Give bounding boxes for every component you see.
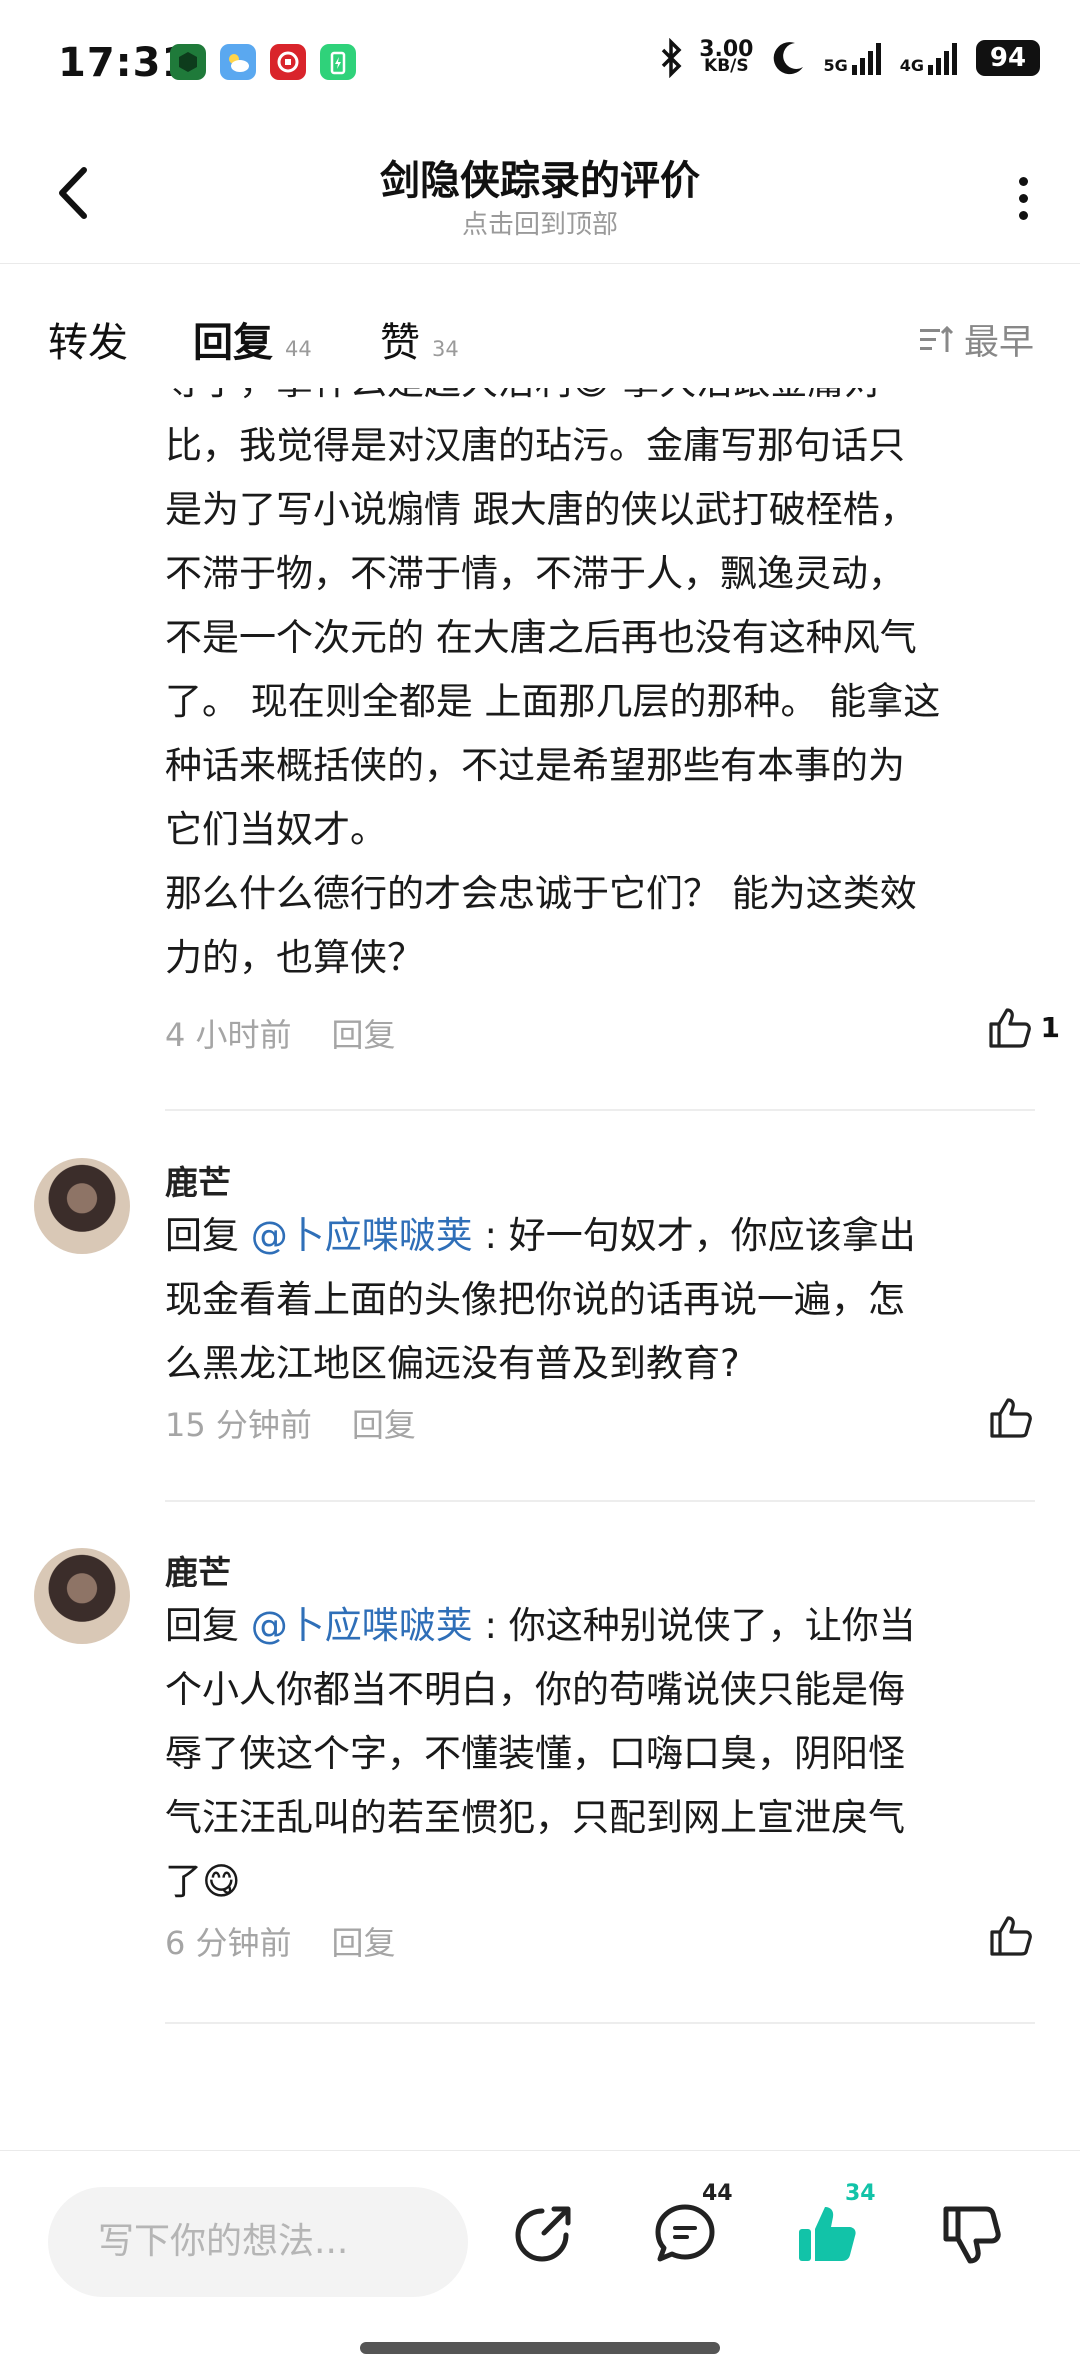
mention-link[interactable]: @卜应喋啵荚 [251,1214,473,1257]
comment-line: 回复 @卜应喋啵荚 : 好一句奴才，你应该拿出 [165,1214,916,1257]
thumbs-up-icon [988,1008,1031,1048]
username[interactable]: 鹿芒 [165,1156,231,1204]
avatar[interactable] [34,1158,130,1254]
divider [165,2022,1035,2024]
more-dot-icon [1018,210,1028,220]
signal-icon [851,43,881,75]
signal-icon [928,43,957,75]
home-indicator[interactable] [360,2342,720,2354]
comment-line: 么黑龙江地区偏远没有普及到教育? [165,1342,740,1385]
tab-repost[interactable]: 转发 [48,310,128,368]
signal-5g: 5G [823,41,883,75]
comment-line: 气汪汪乱叫的若至惯犯，只配到网上宣泄戾气 [165,1796,905,1839]
comments-button[interactable]: 44 [652,2181,733,2267]
comment-line: 那么什么德行的才会忠诚于它们？ 能为这类效 [165,872,917,915]
network-speed: 3.00 KB/S [699,37,754,76]
like-toggle-button[interactable]: 34 [795,2181,876,2267]
app-battery-green-icon [320,44,356,80]
comment-line: 力的，也算侠？ [165,936,424,979]
comment-input[interactable]: 写下你的想法... [48,2187,468,2297]
status-bar: 17:31 3.00 KB/S 5G 4G 94 [0,0,1080,128]
comment-line: 现金看着上面的头像把你说的话再说一遍，怎 [165,1278,905,1321]
like-count: 1 [1040,1010,1060,1044]
likes-count-badge: 34 [845,2181,876,2206]
comment-line: 它们当奴才。 [165,808,387,851]
comment-line: 了。 现在则全都是 上面那几层的那种。 能拿这 [165,680,941,723]
comment-line: 是为了写小说煽情 跟大唐的侠以武打破桎梏， [165,488,917,531]
comment-time: 4 小时前 [165,1016,292,1054]
divider [165,1500,1035,1502]
mention-link[interactable]: @卜应喋啵荚 [251,1604,473,1647]
sort-button[interactable]: 最早 [918,314,1034,365]
avatar[interactable] [34,1548,130,1644]
comments-list: 等了，拿什么是超大治利😄 拿大治跟金庸对 比，我觉得是对汉唐的玷污。金庸写那句话… [0,388,1080,2150]
comment-line: 了😋 [165,1860,241,1903]
tab-bar: 转发 回复 44 赞 34 最早 [0,300,1080,380]
page-header: 剑隐侠踪录的评价 点击回到顶部 [0,128,1080,264]
moon-icon [774,42,804,75]
reply-button[interactable]: 回复 [332,1918,396,1964]
thumbs-down-icon [943,2206,1001,2264]
page-title: 剑隐侠踪录的评价 [380,158,700,204]
like-button[interactable]: 1 [985,1002,1060,1052]
status-right: 3.00 KB/S 5G 4G 94 [661,38,1040,78]
comment-line: 个小人你都当不明白，你的苟嘴说侠只能是侮 [165,1668,905,1711]
like-button[interactable] [986,1392,1036,1442]
app-red-icon [270,44,306,80]
tab-replies-count: 44 [285,337,312,361]
comment-time: 15 分钟前 [165,1406,312,1444]
tab-replies[interactable]: 回复 44 [193,310,312,378]
comment-meta: 4 小时前 回复 [165,1010,396,1056]
comment-text: 等了，拿什么是超大治利😄 拿大治跟金庸对 比，我觉得是对汉唐的玷污。金庸写那句话… [165,388,1035,990]
thumbs-up-icon [990,1398,1032,1438]
signal-4g: 4G [900,41,960,75]
tab-likes[interactable]: 赞 34 [380,310,459,368]
tab-likes-count: 34 [432,337,459,361]
comment-text: 回复 @卜应喋啵荚 : 好一句奴才，你应该拿出 现金看着上面的头像把你说的话再说… [165,1204,1035,1396]
comment-line: 不滞于物，不滞于情，不滞于人，飘逸灵动， [165,552,905,595]
weather-icon [220,44,256,80]
app-green-icon [170,44,206,80]
thumbs-up-filled-icon [799,2207,856,2261]
comment-time: 6 分钟前 [165,1924,292,1962]
comment-text: 回复 @卜应喋啵荚 : 你这种别说侠了，让你当 个小人你都当不明白，你的苟嘴说侠… [165,1594,1035,1914]
like-button[interactable] [986,1910,1036,1960]
dislike-button[interactable] [940,2201,1006,2267]
thumbs-up-icon [990,1916,1032,1956]
sort-icon [919,325,954,352]
comment-line: 等了，拿什么是超大治利😄 拿大治跟金庸对 [165,388,1035,414]
more-dot-icon [1018,176,1028,186]
share-button[interactable] [510,2201,576,2267]
reply-button[interactable]: 回复 [332,1010,396,1056]
comment-line: 种话来概括侠的，不过是希望那些有本事的为 [165,744,905,787]
sort-label: 最早 [963,323,1034,363]
username[interactable]: 鹿芒 [165,1546,231,1594]
more-options-button[interactable] [1008,168,1038,228]
comment-bubble-icon [655,2204,715,2262]
comments-count-badge: 44 [702,2181,733,2206]
comment-line: 比，我觉得是对汉唐的玷污。金庸写那句话只 [165,424,905,467]
battery-indicator: 94 [976,40,1040,76]
comment-line: 辱了侠这个字，不懂装懂，口嗨口臭，阴阳怪 [165,1732,905,1775]
comment-meta: 15 分钟前 回复 [165,1400,416,1446]
bluetooth-icon [661,38,682,78]
scroll-to-top-link[interactable]: 点击回到顶部 [0,204,1080,241]
reply-button[interactable]: 回复 [352,1400,416,1446]
more-dot-icon [1018,193,1028,203]
comment-line: 不是一个次元的 在大唐之后再也没有这种风气 [165,616,917,659]
comment-meta: 6 分钟前 回复 [165,1918,396,1964]
status-app-icons [170,44,356,80]
comment-line: 回复 @卜应喋啵荚 : 你这种别说侠了，让你当 [165,1604,916,1647]
divider [165,1109,1035,1111]
share-icon [515,2206,571,2262]
